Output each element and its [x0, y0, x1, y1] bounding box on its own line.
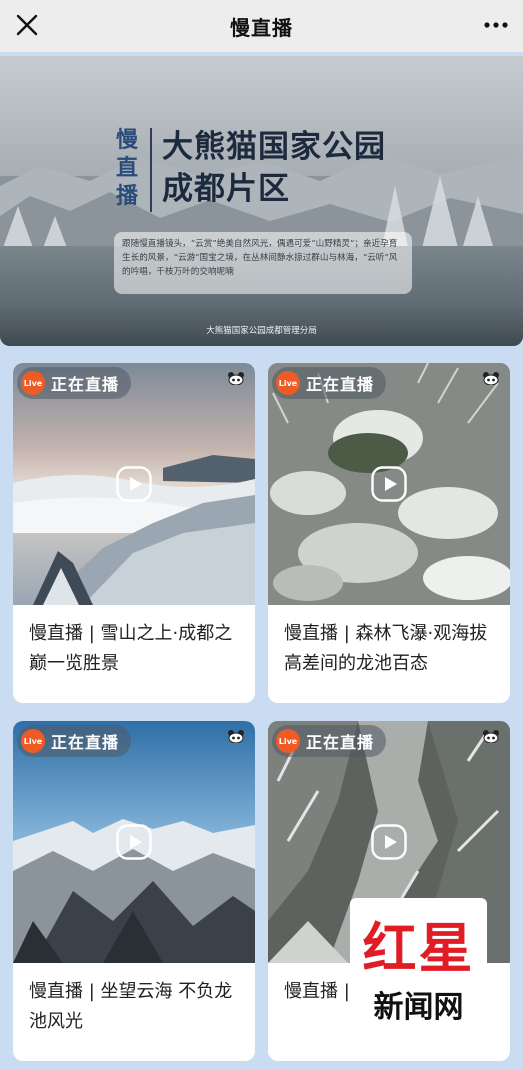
play-icon[interactable]: [116, 824, 152, 860]
banner-footer: 大熊猫国家公园成都管理分局: [206, 326, 317, 336]
top-bar: 慢直播: [0, 0, 523, 52]
play-icon[interactable]: [371, 824, 407, 860]
live-status-pill: Live 正在直播: [272, 725, 387, 757]
live-status-label: 正在直播: [306, 733, 375, 752]
live-card-3[interactable]: Live 正在直播 慢直播 | 坐望云海 不负龙池风光: [13, 721, 255, 1061]
banner-title: 大熊猫国家公园 成都片区: [162, 126, 386, 210]
card-thumbnail[interactable]: Live 正在直播: [13, 363, 255, 605]
play-icon[interactable]: [116, 466, 152, 502]
live-status-label: 正在直播: [51, 733, 120, 752]
play-icon[interactable]: [371, 466, 407, 502]
live-status-pill: Live 正在直播: [17, 725, 132, 757]
live-card-1[interactable]: Live 正在直播 慢直播 | 雪山之上·成都之巅一览胜景: [13, 363, 255, 703]
card-thumbnail[interactable]: Live 正在直播: [13, 721, 255, 963]
panda-logo-icon: [483, 730, 499, 743]
page-title: 慢直播: [230, 16, 293, 40]
red-star-news-watermark: 红星 新闻网: [350, 898, 487, 1036]
panda-logo-icon: [228, 730, 244, 743]
live-status-label: 正在直播: [306, 375, 375, 394]
banner-divider: [150, 128, 152, 212]
hero-banner[interactable]: 慢直播 大熊猫国家公园 成都片区 跟随慢直播镜头，“云赏”绝美自然风光，偶遇可爱…: [0, 56, 523, 346]
watermark-sub-text: 新闻网: [373, 990, 464, 1025]
panda-logo-icon: [228, 372, 244, 385]
live-status-pill: Live 正在直播: [272, 367, 387, 399]
banner-title-line1: 大熊猫国家公园: [162, 129, 386, 165]
live-badge: Live: [21, 729, 45, 753]
watermark-logo-text: 红星: [362, 916, 475, 980]
banner-description: 跟随慢直播镜头，“云赏”绝美自然风光，偶遇可爱“山野精灵”；亲近孕育生长的风景，…: [114, 232, 412, 294]
card-thumbnail[interactable]: Live 正在直播: [268, 363, 510, 605]
live-status-label: 正在直播: [51, 375, 120, 394]
banner-vertical-title: 慢直播: [115, 127, 138, 209]
live-card-2[interactable]: Live 正在直播 慢直播 | 森林飞瀑·观海拔高差间的龙池百态: [268, 363, 510, 703]
card-caption[interactable]: 慢直播 | 雪山之上·成都之巅一览胜景: [29, 619, 243, 679]
more-dots-icon[interactable]: [481, 12, 511, 38]
card-caption[interactable]: 慢直播 | 森林飞瀑·观海拔高差间的龙池百态: [284, 619, 498, 679]
card-caption[interactable]: 慢直播 | 坐望云海 不负龙池风光: [29, 977, 243, 1037]
live-badge: Live: [21, 371, 45, 395]
panda-logo-icon: [483, 372, 499, 385]
live-badge: Live: [276, 371, 300, 395]
live-badge: Live: [276, 729, 300, 753]
banner-title-line2: 成都片区: [162, 171, 290, 207]
live-status-pill: Live 正在直播: [17, 367, 132, 399]
